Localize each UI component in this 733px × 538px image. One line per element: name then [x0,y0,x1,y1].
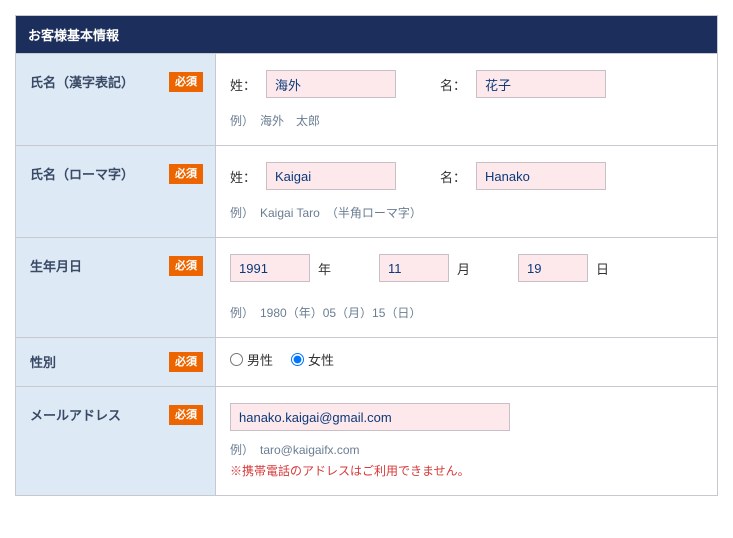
field-cell-gender: 男性 女性 [216,338,717,386]
required-badge: 必須 [169,256,203,276]
required-badge: 必須 [169,72,203,92]
sei-label: 姓： [230,75,256,94]
example-email: 例） taro@kaigaifx.com [230,441,703,458]
label-name-roman: 氏名（ローマ字） [30,164,134,183]
label-name-kanji: 氏名（漢字表記） [30,72,134,91]
example-birthdate: 例） 1980（年）05（月）15（日） [230,304,703,321]
required-badge: 必須 [169,405,203,425]
mei-kanji-input[interactable] [476,70,606,98]
gender-option-male[interactable]: 男性 [230,350,273,369]
birth-month-input[interactable] [379,254,449,282]
sei-kanji-input[interactable] [266,70,396,98]
label-cell-email: メールアドレス 必須 [16,387,216,495]
birth-day-input[interactable] [518,254,588,282]
field-cell-name-kanji: 姓： 名： 例） 海外 太郎 [216,54,717,145]
row-birthdate: 生年月日 必須 年 月 日 例） 1980（年）05（月）15（日） [16,237,717,337]
field-cell-email: 例） taro@kaigaifx.com ※携帯電話のアドレスはご利用できません… [216,387,717,495]
panel-header: お客様基本情報 [16,16,717,53]
day-suffix: 日 [596,259,609,278]
gender-radio-male[interactable] [230,353,243,366]
gender-female-label: 女性 [308,350,334,369]
required-badge: 必須 [169,164,203,184]
customer-basic-info-panel: お客様基本情報 氏名（漢字表記） 必須 姓： 名： 例） 海外 太郎 氏名（ロー… [15,15,718,496]
label-email: メールアドレス [30,405,121,424]
gender-option-female[interactable]: 女性 [291,350,334,369]
sei-roman-input[interactable] [266,162,396,190]
panel-title: お客様基本情報 [28,28,119,43]
row-email: メールアドレス 必須 例） taro@kaigaifx.com ※携帯電話のアド… [16,386,717,495]
label-cell-name-roman: 氏名（ローマ字） 必須 [16,146,216,237]
example-name-kanji: 例） 海外 太郎 [230,112,703,129]
label-cell-name-kanji: 氏名（漢字表記） 必須 [16,54,216,145]
row-name-roman: 氏名（ローマ字） 必須 姓： 名： 例） Kaigai Taro （半角ローマ字… [16,145,717,237]
email-note: ※携帯電話のアドレスはご利用できません。 [230,462,703,479]
label-gender: 性別 [30,352,56,371]
field-cell-name-roman: 姓： 名： 例） Kaigai Taro （半角ローマ字） [216,146,717,237]
birth-year-input[interactable] [230,254,310,282]
label-birthdate: 生年月日 [30,256,82,275]
label-cell-gender: 性別 必須 [16,338,216,386]
gender-male-label: 男性 [247,350,273,369]
gender-radio-female[interactable] [291,353,304,366]
mei-label-roman: 名： [440,167,466,186]
year-suffix: 年 [318,259,331,278]
month-suffix: 月 [457,259,470,278]
mei-label: 名： [440,75,466,94]
row-gender: 性別 必須 男性 女性 [16,337,717,386]
sei-label-roman: 姓： [230,167,256,186]
field-cell-birthdate: 年 月 日 例） 1980（年）05（月）15（日） [216,238,717,337]
label-cell-birthdate: 生年月日 必須 [16,238,216,337]
email-input[interactable] [230,403,510,431]
row-name-kanji: 氏名（漢字表記） 必須 姓： 名： 例） 海外 太郎 [16,53,717,145]
mei-roman-input[interactable] [476,162,606,190]
example-name-roman: 例） Kaigai Taro （半角ローマ字） [230,204,703,221]
required-badge: 必須 [169,352,203,372]
